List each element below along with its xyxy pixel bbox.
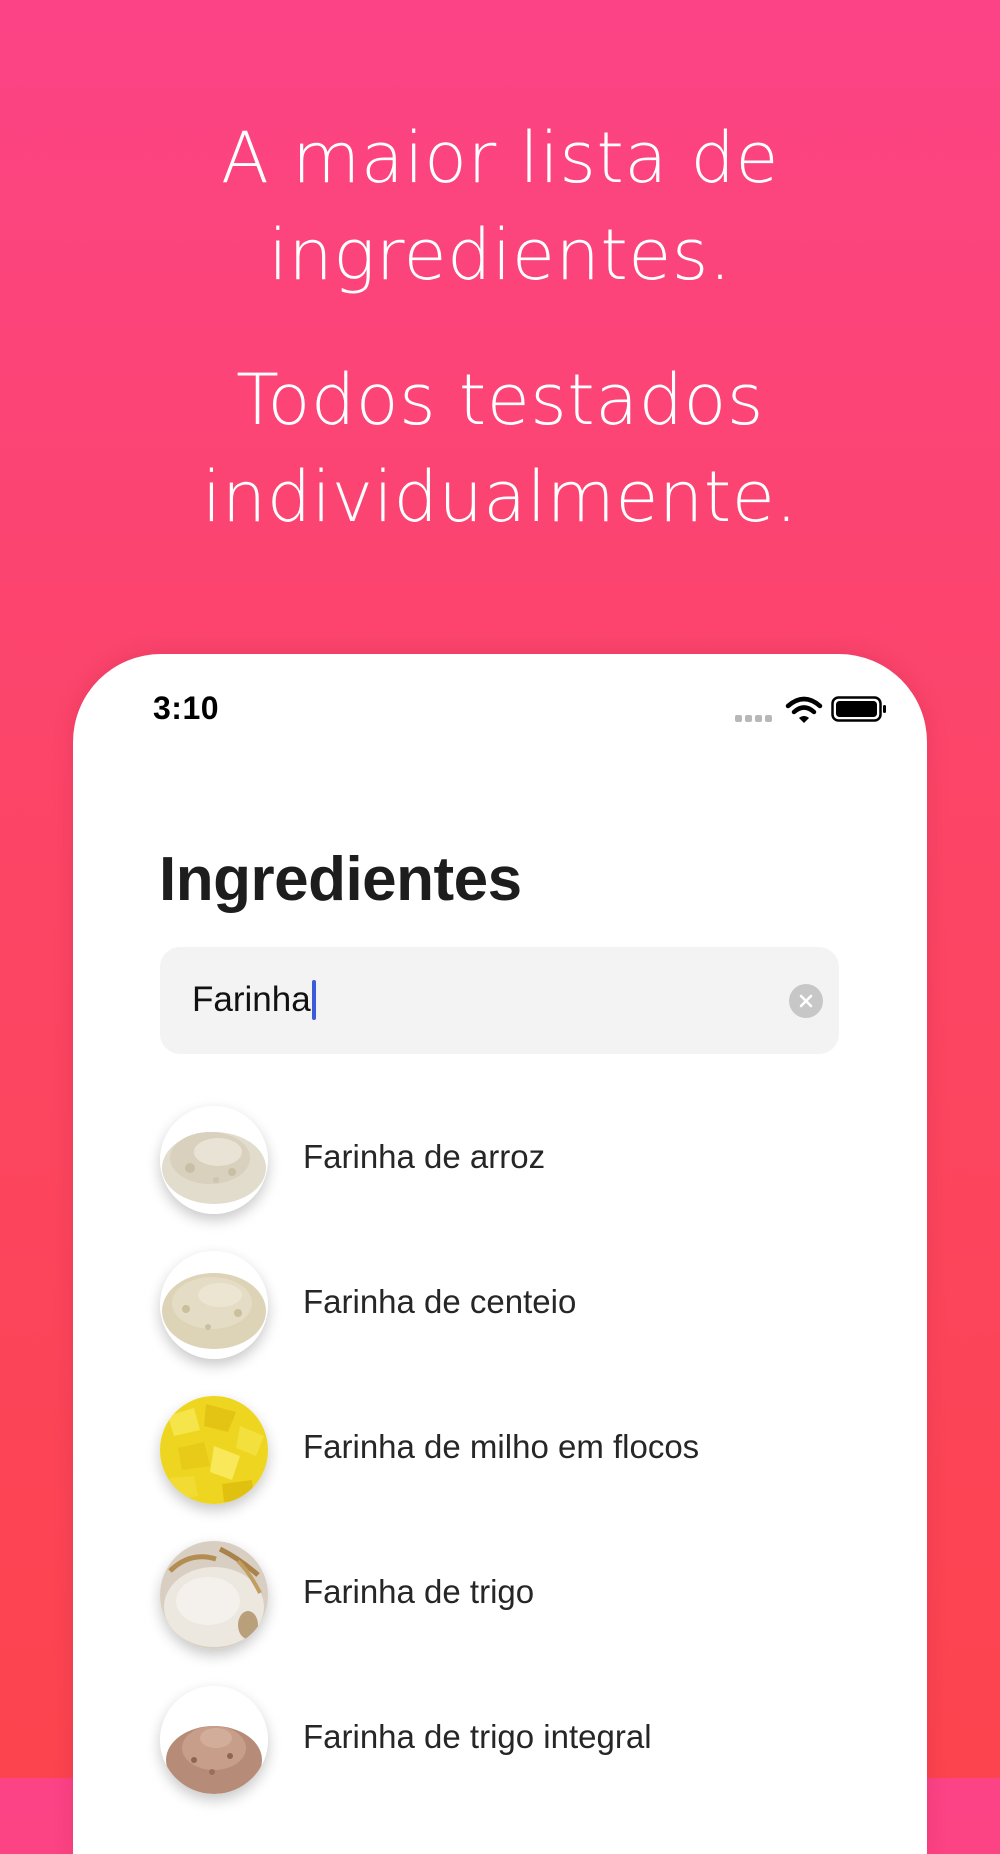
headline-line-2: ingredientes.: [268, 214, 732, 296]
headline-line-1: A maior lista de: [221, 117, 779, 199]
battery-icon: [831, 696, 886, 722]
search-field[interactable]: Farinha: [160, 947, 839, 1054]
list-item[interactable]: Farinha de centeio: [160, 1251, 860, 1396]
status-time: 3:10: [153, 690, 220, 726]
clear-icon: [799, 994, 813, 1008]
wifi-icon: [785, 696, 823, 723]
clear-search-button[interactable]: [789, 984, 823, 1018]
promo-headline: A maior lista de ingredientes. Todos tes…: [0, 110, 1000, 546]
list-item[interactable]: Farinha de trigo integral: [160, 1686, 860, 1831]
list-item-label: Farinha de centeio: [303, 1283, 577, 1320]
phone-screen: 3:10 Ingredientes Farinha Farinha de arr…: [73, 654, 927, 1854]
signal-icon: [735, 715, 775, 723]
rice-flour-image: [160, 1106, 268, 1214]
headline-line-3: Todos testados: [236, 359, 764, 441]
rye-flour-image: [160, 1251, 268, 1359]
list-item[interactable]: Farinha de trigo: [160, 1541, 860, 1686]
list-item-label: Farinha de trigo: [303, 1573, 535, 1610]
corn-flakes-flour-image: [160, 1396, 268, 1504]
list-item-label: Farinha de milho em flocos: [303, 1428, 700, 1465]
headline-line-4: individualmente.: [201, 456, 799, 538]
search-input[interactable]: Farinha: [192, 977, 316, 1023]
search-input-value: Farinha: [192, 980, 311, 1019]
page-title: Ingredientes: [159, 845, 522, 914]
list-item[interactable]: Farinha de arroz: [160, 1106, 860, 1251]
ingredient-results-list: Farinha de arroz Farinha de centeio Fari…: [160, 1106, 860, 1831]
list-item[interactable]: Farinha de milho em flocos: [160, 1396, 860, 1541]
wheat-flour-image: [160, 1541, 268, 1649]
list-item-label: Farinha de arroz: [303, 1138, 546, 1175]
list-item-label: Farinha de trigo integral: [303, 1718, 652, 1755]
text-cursor: [311, 980, 316, 1020]
status-bar: 3:10: [73, 654, 927, 764]
